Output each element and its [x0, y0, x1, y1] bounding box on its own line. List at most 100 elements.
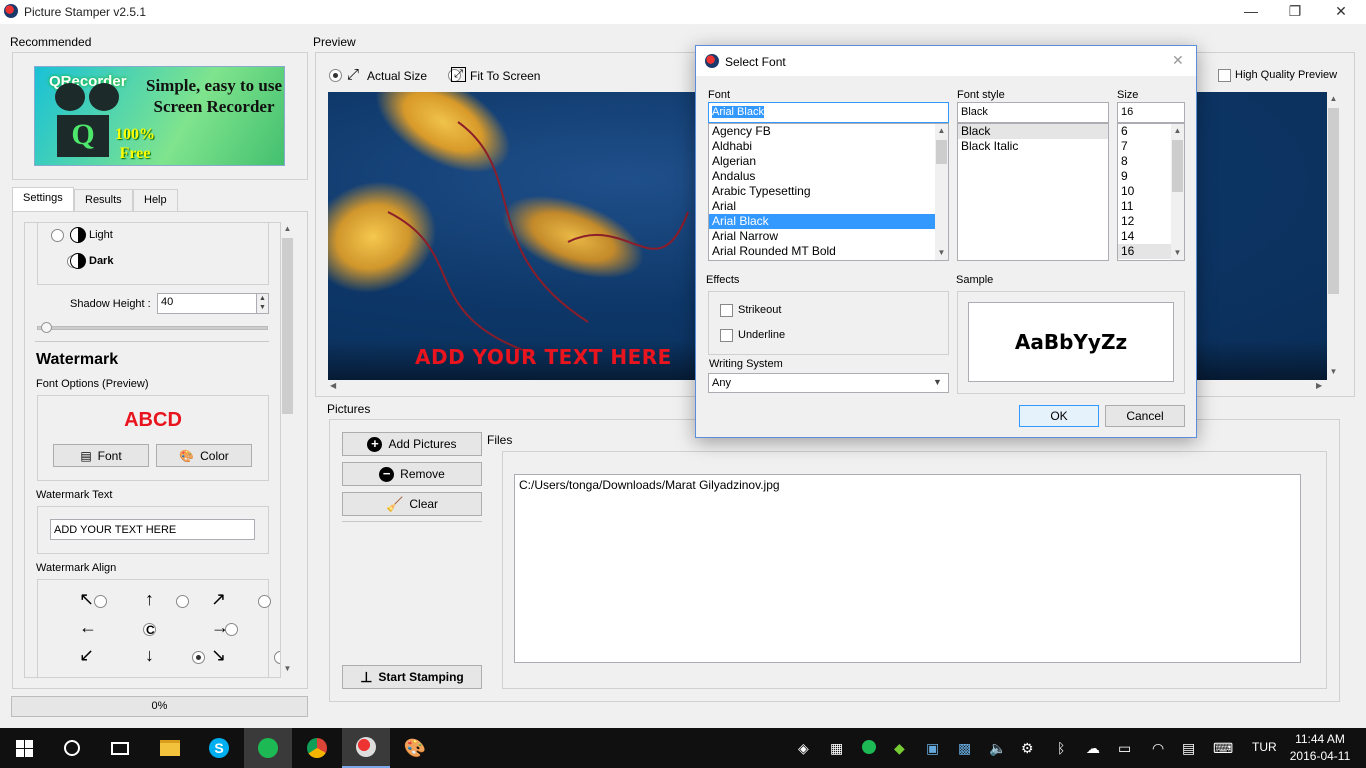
list-item[interactable]: Arabic Typesetting	[709, 184, 948, 199]
color-button[interactable]: 🎨 Color	[156, 444, 252, 467]
tray-app-icon[interactable]: ▩	[958, 740, 971, 757]
list-item[interactable]: Black	[958, 124, 1108, 139]
list-item[interactable]: Algerian	[709, 154, 948, 169]
size-input[interactable]: 16	[1117, 102, 1185, 123]
chrome-icon[interactable]	[293, 728, 341, 768]
scroll-down-icon[interactable]: ▼	[935, 248, 948, 257]
align-top-right-radio[interactable]	[258, 595, 272, 608]
align-top-left-radio[interactable]	[93, 595, 107, 608]
start-stamping-button[interactable]: ⊥ Start Stamping	[342, 665, 482, 689]
cancel-button[interactable]: Cancel	[1105, 405, 1185, 427]
ad-banner[interactable]: QRecorder Q Simple, easy to use Screen R…	[34, 66, 285, 166]
file-explorer-icon[interactable]	[146, 728, 194, 768]
search-icon[interactable]	[48, 728, 96, 768]
shadow-height-spinner[interactable]: ▲ ▼	[256, 293, 269, 314]
underline-label: Underline	[738, 329, 786, 341]
scroll-right-icon[interactable]: ▶	[1316, 381, 1322, 390]
skype-icon[interactable]: S	[195, 728, 243, 768]
add-pictures-button[interactable]: + Add Pictures	[342, 432, 482, 456]
remove-button[interactable]: − Remove	[342, 462, 482, 486]
clock-date[interactable]: 2016-04-11	[1288, 749, 1352, 763]
scroll-up-icon[interactable]: ▲	[281, 224, 294, 233]
font-name-input[interactable]: Arial Black	[708, 102, 949, 123]
tab-settings[interactable]: Settings	[12, 187, 74, 212]
size-list-scrollbar[interactable]: ▲ ▼	[1171, 124, 1184, 260]
battery-icon[interactable]: ▭	[1118, 740, 1131, 757]
settings-scrollbar[interactable]: ▲ ▼	[281, 222, 294, 678]
maximize-button[interactable]: ❐	[1272, 0, 1318, 24]
scroll-up-icon[interactable]: ▲	[1327, 94, 1340, 103]
clear-button[interactable]: 🧹 Clear	[342, 492, 482, 516]
volume-icon[interactable]: 🔈	[989, 740, 1006, 757]
network-adapter-icon[interactable]: ⚙	[1021, 740, 1034, 757]
tray-app-icon[interactable]: ◈	[798, 740, 809, 757]
close-button[interactable]: ✕	[1318, 0, 1364, 24]
strikeout-checkbox[interactable]	[720, 304, 733, 317]
tab-help[interactable]: Help	[133, 189, 178, 211]
light-radio[interactable]	[51, 229, 64, 242]
high-quality-checkbox[interactable]	[1218, 69, 1231, 82]
ok-button[interactable]: OK	[1019, 405, 1099, 427]
list-item[interactable]: Andalus	[709, 169, 948, 184]
scroll-down-icon[interactable]: ▼	[281, 664, 294, 673]
cloud-icon[interactable]: ☁	[1086, 740, 1100, 757]
align-bottom-left-radio[interactable]	[191, 651, 205, 664]
scroll-up-icon[interactable]: ▲	[935, 126, 948, 135]
font-list[interactable]: Agency FB Aldhabi Algerian Andalus Arabi…	[708, 123, 949, 261]
picture-stamper-icon[interactable]	[342, 728, 390, 768]
list-item[interactable]: C:/Users/tonga/Downloads/Marat Gilyadzin…	[519, 478, 780, 492]
preview-vscrollbar[interactable]: ▲ ▼	[1327, 92, 1340, 380]
paint-icon[interactable]: 🎨	[391, 728, 439, 768]
writing-system-select[interactable]: Any ▼	[708, 373, 949, 393]
align-top-radio[interactable]	[176, 595, 190, 608]
tray-app-icon[interactable]: ▣	[926, 740, 939, 757]
shadow-height-field[interactable]: 40	[157, 293, 257, 314]
list-item[interactable]: Agency FB	[709, 124, 948, 139]
shadow-slider-track[interactable]	[37, 326, 268, 330]
scroll-thumb[interactable]	[282, 238, 293, 414]
scroll-down-icon[interactable]: ▼	[1171, 248, 1184, 257]
tab-results[interactable]: Results	[74, 189, 133, 211]
underline-checkbox[interactable]	[720, 329, 733, 342]
font-button[interactable]: ▤ Font	[53, 444, 149, 467]
windows-start-icon[interactable]	[0, 728, 48, 768]
font-style-list[interactable]: Black Black Italic	[957, 123, 1109, 261]
clock-time[interactable]: 11:44 AM	[1290, 732, 1350, 746]
watermark-text-input[interactable]: ADD YOUR TEXT HERE	[50, 519, 255, 540]
list-item[interactable]: Aldhabi	[709, 139, 948, 154]
files-list[interactable]: C:/Users/tonga/Downloads/Marat Gilyadzin…	[514, 474, 1301, 663]
scroll-down-icon[interactable]: ▼	[1327, 367, 1340, 376]
spotify-icon[interactable]	[244, 728, 292, 768]
language-indicator[interactable]: TUR	[1252, 740, 1277, 754]
actual-size-radio[interactable]	[329, 69, 342, 82]
scroll-thumb[interactable]	[936, 140, 947, 164]
size-list[interactable]: 6 7 8 9 10 11 12 14 16 ▲ ▼	[1117, 123, 1185, 261]
scroll-left-icon[interactable]: ◀	[330, 381, 336, 390]
shadow-slider-thumb[interactable]	[41, 322, 52, 333]
keyboard-icon[interactable]: ⌨	[1213, 740, 1233, 757]
list-item[interactable]: Arial Rounded MT Bold	[709, 244, 948, 259]
scroll-up-icon[interactable]: ▲	[1171, 126, 1184, 135]
tray-app-icon[interactable]: ◆	[894, 740, 905, 757]
tray-app-icon[interactable]: ▦	[830, 740, 843, 757]
pictures-label: Pictures	[327, 402, 371, 416]
list-item[interactable]: Black Italic	[958, 139, 1108, 154]
scroll-thumb[interactable]	[1328, 108, 1339, 294]
action-center-icon[interactable]: ▤	[1182, 740, 1195, 757]
align-bottom-radio[interactable]	[274, 651, 280, 664]
dialog-close-button[interactable]: ✕	[1172, 52, 1184, 69]
minimize-button[interactable]: —	[1228, 0, 1274, 24]
shadow-height-label: Shadow Height :	[70, 298, 151, 310]
list-item[interactable]: Arial Narrow	[709, 229, 948, 244]
list-item[interactable]: Arial	[709, 199, 948, 214]
watermark-align-label: Watermark Align	[36, 562, 117, 574]
list-item[interactable]: Arial Black	[709, 214, 948, 229]
font-style-input[interactable]: Black	[957, 102, 1109, 123]
start-stamping-label: Start Stamping	[378, 670, 464, 684]
wifi-icon[interactable]: ◠	[1152, 740, 1164, 757]
font-list-scrollbar[interactable]: ▲ ▼	[935, 124, 948, 260]
spotify-tray-icon[interactable]	[862, 740, 876, 754]
bluetooth-icon[interactable]: ᛒ	[1057, 740, 1065, 756]
task-view-icon[interactable]	[96, 728, 144, 768]
scroll-thumb[interactable]	[1172, 140, 1183, 192]
